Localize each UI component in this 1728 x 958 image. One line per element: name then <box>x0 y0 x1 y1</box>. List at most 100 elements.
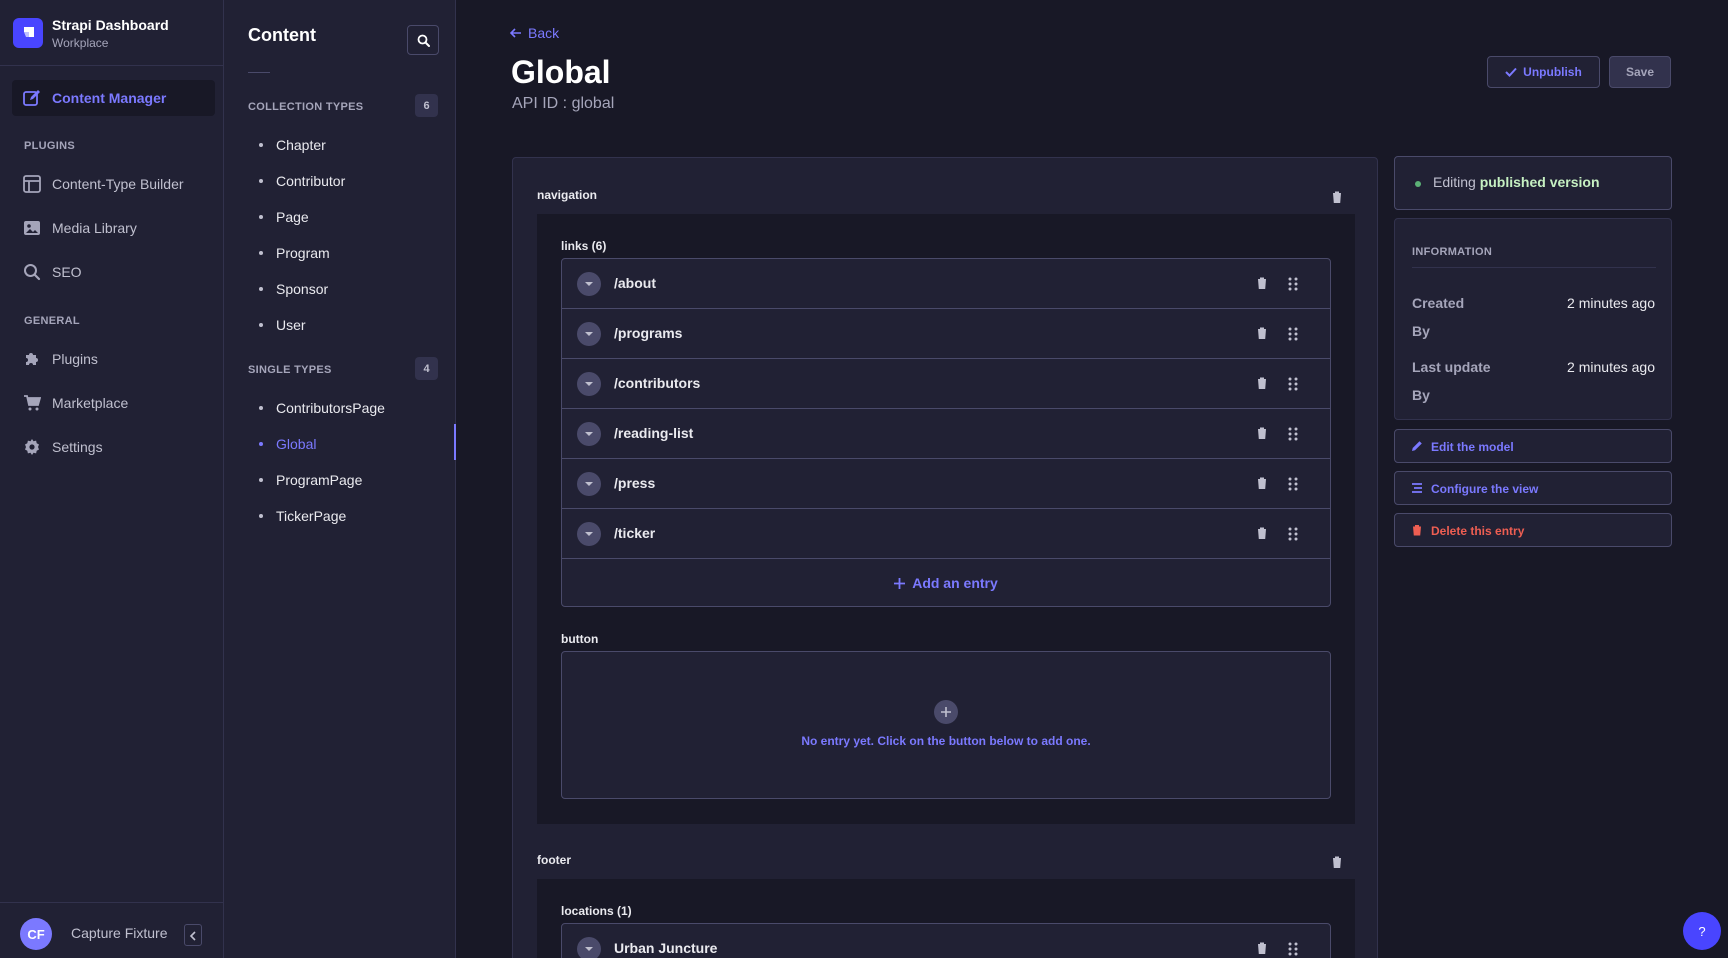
edit-model-button[interactable]: Edit the model <box>1394 429 1672 463</box>
subnav-item-global[interactable]: Global <box>224 424 456 460</box>
single-count-badge: 4 <box>415 357 438 380</box>
subnav-item-program[interactable]: Program <box>224 239 455 267</box>
subnav-item-tickerpage[interactable]: TickerPage <box>224 502 455 530</box>
pencil-icon <box>1412 441 1422 451</box>
puzzle-icon <box>26 353 38 365</box>
chevron-down-icon <box>585 947 593 951</box>
bullet <box>259 514 263 518</box>
gear-icon <box>25 439 39 455</box>
drag-handle-icon[interactable] <box>1288 477 1298 491</box>
save-button[interactable]: Save <box>1609 56 1671 88</box>
nav-marketplace[interactable]: Marketplace <box>12 385 215 421</box>
add-component-button[interactable] <box>934 700 958 724</box>
unpublish-label: Unpublish <box>1523 65 1582 79</box>
trash-icon[interactable] <box>1256 941 1268 955</box>
expand-button[interactable] <box>577 272 601 296</box>
add-entry-label: Add an entry <box>912 575 998 591</box>
trash-icon[interactable] <box>1256 326 1268 340</box>
subnav-item-label: Chapter <box>276 137 326 153</box>
page-title: Global <box>511 54 611 90</box>
nav-seo[interactable]: SEO <box>12 254 215 290</box>
trash-icon[interactable] <box>1330 855 1344 869</box>
expand-button[interactable] <box>577 372 601 396</box>
updated-by-label: By <box>1412 387 1430 403</box>
expand-button[interactable] <box>577 322 601 346</box>
help-button[interactable]: ? <box>1683 912 1721 950</box>
expand-button[interactable] <box>577 522 601 546</box>
subnav-item-contributorspage[interactable]: ContributorsPage <box>224 394 455 422</box>
list-item[interactable]: Urban Juncture <box>562 924 1330 958</box>
list-item-label: /programs <box>614 325 683 341</box>
subnav-item-contributor[interactable]: Contributor <box>224 167 455 195</box>
list-item[interactable]: /ticker <box>562 509 1330 559</box>
drag-handle-icon[interactable] <box>1288 427 1298 441</box>
brand-workplace: Workplace <box>52 36 109 50</box>
trash-icon[interactable] <box>1330 190 1344 204</box>
nav-media-library[interactable]: Media Library <box>12 210 215 246</box>
delete-entry-button[interactable]: Delete this entry <box>1394 513 1672 547</box>
configure-view-label: Configure the view <box>1431 482 1539 496</box>
collapse-nav-button[interactable] <box>184 924 202 946</box>
configure-view-button[interactable]: Configure the view <box>1394 471 1672 505</box>
list-item[interactable]: /press <box>562 459 1330 509</box>
list-item[interactable]: /programs <box>562 309 1330 359</box>
trash-icon[interactable] <box>1256 526 1268 540</box>
subnav-item-sponsor[interactable]: Sponsor <box>224 275 455 303</box>
profile-name[interactable]: Capture Fixture <box>71 925 167 941</box>
subnav-item-page[interactable]: Page <box>224 203 455 231</box>
drag-handle-icon[interactable] <box>1288 277 1298 291</box>
links-repeatable: /about /programs /contributors /reading-… <box>561 258 1331 607</box>
bullet <box>259 478 263 482</box>
subnav-item-user[interactable]: User <box>224 311 455 339</box>
subnav-item-programpage[interactable]: ProgramPage <box>224 466 455 494</box>
expand-button[interactable] <box>577 472 601 496</box>
trash-icon[interactable] <box>1256 426 1268 440</box>
nav-settings[interactable]: Settings <box>12 429 215 465</box>
subnav-item-label: Sponsor <box>276 281 329 297</box>
bullet <box>259 406 263 410</box>
unpublish-button[interactable]: Unpublish <box>1487 56 1600 88</box>
plus-icon <box>941 707 951 717</box>
trash-icon[interactable] <box>1256 276 1268 290</box>
drag-handle-icon[interactable] <box>1288 377 1298 391</box>
nav-content-manager[interactable]: Content Manager <box>12 80 215 116</box>
publish-status: Editing published version <box>1394 156 1672 210</box>
drag-handle-icon[interactable] <box>1288 527 1298 541</box>
nav-label: Settings <box>52 439 103 455</box>
list-item[interactable]: /contributors <box>562 359 1330 409</box>
updated-label: Last update <box>1412 359 1491 375</box>
bullet <box>259 215 263 219</box>
subnav-item-label: Program <box>276 245 330 261</box>
trash-icon[interactable] <box>1256 476 1268 490</box>
bullet <box>259 442 263 446</box>
button-empty-state[interactable]: No entry yet. Click on the button below … <box>561 651 1331 799</box>
list-item[interactable]: /reading-list <box>562 409 1330 459</box>
avatar[interactable]: CF <box>20 918 52 950</box>
subnav-item-label: Global <box>276 436 317 452</box>
profile-footer: CF Capture Fixture <box>0 902 223 958</box>
add-entry-button[interactable]: Add an entry <box>562 559 1330 606</box>
expand-button[interactable] <box>577 422 601 446</box>
expand-button[interactable] <box>577 937 601 958</box>
trash-icon[interactable] <box>1256 376 1268 390</box>
nav-label: Content-Type Builder <box>52 176 184 192</box>
edit-model-label: Edit the model <box>1431 440 1514 454</box>
field-label-links: links (6) <box>561 239 607 253</box>
drag-handle-icon[interactable] <box>1288 942 1298 956</box>
information-panel: INFORMATION Created 2 minutes ago By Las… <box>1394 218 1672 420</box>
drag-handle-icon[interactable] <box>1288 327 1298 341</box>
subnav-item-chapter[interactable]: Chapter <box>224 131 455 159</box>
subnav-search-button[interactable] <box>407 25 439 55</box>
list-item[interactable]: /about <box>562 259 1330 309</box>
subnav-item-label: Page <box>276 209 309 225</box>
back-link[interactable]: Back <box>510 25 559 41</box>
brand-header[interactable]: Strapi Dashboard Workplace <box>0 0 223 66</box>
delete-entry-label: Delete this entry <box>1431 524 1525 538</box>
navigation-component-body: links (6) /about /programs /contributors <box>537 214 1355 824</box>
nav-content-type-builder[interactable]: Content-Type Builder <box>12 166 215 202</box>
list-item-label: /press <box>614 475 656 491</box>
bullet <box>259 143 263 147</box>
nav-plugins[interactable]: Plugins <box>12 341 215 377</box>
check-icon <box>1505 67 1517 77</box>
list-item-label: /contributors <box>614 375 701 391</box>
